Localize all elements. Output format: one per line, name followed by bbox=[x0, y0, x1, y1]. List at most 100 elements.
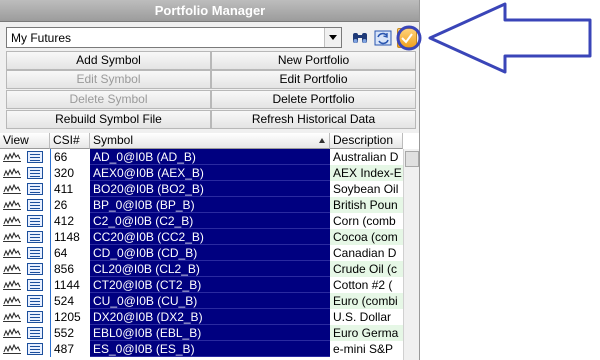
table-row[interactable]: 26 BP_0@I0B (BP_B) British Poun bbox=[0, 197, 419, 213]
description-cell: Euro Germa bbox=[330, 325, 403, 341]
column-header-csi[interactable]: CSI# bbox=[50, 133, 90, 149]
csi-cell: 412 bbox=[50, 213, 90, 229]
symbol-cell[interactable]: CC20@I0B (CC2_B) bbox=[90, 229, 330, 245]
view-cell bbox=[0, 197, 50, 213]
column-header-view[interactable]: View bbox=[0, 133, 50, 149]
data-list-icon[interactable] bbox=[27, 327, 43, 339]
sync-icon[interactable] bbox=[373, 28, 393, 48]
price-chart-icon[interactable] bbox=[3, 152, 21, 162]
symbol-cell[interactable]: AD_0@I0B (AD_B) bbox=[90, 149, 330, 165]
data-list-icon[interactable] bbox=[27, 263, 43, 275]
price-chart-icon[interactable] bbox=[3, 248, 21, 258]
csi-cell: 487 bbox=[50, 341, 90, 357]
csi-cell: 320 bbox=[50, 165, 90, 181]
view-cell bbox=[0, 165, 50, 181]
chevron-down-icon[interactable] bbox=[324, 28, 341, 47]
price-chart-icon[interactable] bbox=[3, 216, 21, 226]
column-header-symbol[interactable]: Symbol bbox=[90, 133, 330, 149]
rebuild-symbol-file-button[interactable]: Rebuild Symbol File bbox=[6, 110, 211, 129]
data-list-icon[interactable] bbox=[27, 247, 43, 259]
delete-portfolio-button[interactable]: Delete Portfolio bbox=[211, 90, 416, 109]
price-chart-icon[interactable] bbox=[3, 168, 21, 178]
csi-cell: 856 bbox=[50, 261, 90, 277]
refresh-historical-data-button[interactable]: Refresh Historical Data bbox=[211, 110, 416, 129]
table-row[interactable]: 1148 CC20@I0B (CC2_B) Cocoa (com bbox=[0, 229, 419, 245]
price-chart-icon[interactable] bbox=[3, 312, 21, 322]
symbol-cell[interactable]: BO20@I0B (BO2_B) bbox=[90, 181, 330, 197]
table-row[interactable]: 64 CD_0@I0B (CD_B) Canadian D bbox=[0, 245, 419, 261]
table-row[interactable]: 487 ES_0@I0B (ES_B) e-mini S&P bbox=[0, 341, 419, 357]
table-row[interactable]: 320 AEX0@I0B (AEX_B) AEX Index-E bbox=[0, 165, 419, 181]
price-chart-icon[interactable] bbox=[3, 184, 21, 194]
view-cell bbox=[0, 325, 50, 341]
description-cell: Canadian D bbox=[330, 245, 403, 261]
description-cell: U.S. Dollar bbox=[330, 309, 403, 325]
data-list-icon[interactable] bbox=[27, 231, 43, 243]
data-list-icon[interactable] bbox=[27, 343, 43, 355]
description-cell: Australian D bbox=[330, 149, 403, 165]
description-cell: Crude Oil (c bbox=[330, 261, 403, 277]
data-list-icon[interactable] bbox=[27, 199, 43, 211]
edit-portfolio-button[interactable]: Edit Portfolio bbox=[211, 70, 416, 89]
data-list-icon[interactable] bbox=[27, 151, 43, 163]
table-row[interactable]: 524 CU_0@I0B (CU_B) Euro (combi bbox=[0, 293, 419, 309]
symbol-cell[interactable]: CU_0@I0B (CU_B) bbox=[90, 293, 330, 309]
add-symbol-button[interactable]: Add Symbol bbox=[6, 51, 211, 70]
view-cell bbox=[0, 277, 50, 293]
edit-symbol-button[interactable]: Edit Symbol bbox=[6, 70, 211, 89]
price-chart-icon[interactable] bbox=[3, 264, 21, 274]
delete-symbol-button[interactable]: Delete Symbol bbox=[6, 90, 211, 109]
annotation-arrow bbox=[428, 2, 592, 74]
table-row[interactable]: 66 AD_0@I0B (AD_B) Australian D bbox=[0, 149, 419, 165]
csi-cell: 552 bbox=[50, 325, 90, 341]
binoculars-icon[interactable] bbox=[350, 28, 370, 48]
data-list-icon[interactable] bbox=[27, 295, 43, 307]
symbol-cell[interactable]: EBL0@I0B (EBL_B) bbox=[90, 325, 330, 341]
csi-cell: 1205 bbox=[50, 309, 90, 325]
sort-ascending-icon bbox=[319, 138, 325, 143]
description-cell: Corn (comb bbox=[330, 213, 403, 229]
column-header-symbol-label: Symbol bbox=[93, 133, 134, 147]
table-row[interactable]: 411 BO20@I0B (BO2_B) Soybean Oil bbox=[0, 181, 419, 197]
table-row[interactable]: 856 CL20@I0B (CL2_B) Crude Oil (c bbox=[0, 261, 419, 277]
price-chart-icon[interactable] bbox=[3, 200, 21, 210]
symbol-cell[interactable]: DX20@I0B (DX2_B) bbox=[90, 309, 330, 325]
data-list-icon[interactable] bbox=[27, 215, 43, 227]
symbol-cell[interactable]: CD_0@I0B (CD_B) bbox=[90, 245, 330, 261]
price-chart-icon[interactable] bbox=[3, 344, 21, 354]
csi-cell: 1144 bbox=[50, 277, 90, 293]
description-cell: e-mini S&P bbox=[330, 341, 403, 357]
price-chart-icon[interactable] bbox=[3, 296, 21, 306]
symbol-cell[interactable]: BP_0@I0B (BP_B) bbox=[90, 197, 330, 213]
view-cell bbox=[0, 293, 50, 309]
symbol-cell[interactable]: CL20@I0B (CL2_B) bbox=[90, 261, 330, 277]
csi-cell: 411 bbox=[50, 181, 90, 197]
table-row[interactable]: 1205 DX20@I0B (DX2_B) U.S. Dollar bbox=[0, 309, 419, 325]
data-list-icon[interactable] bbox=[27, 311, 43, 323]
table-row[interactable]: 552 EBL0@I0B (EBL_B) Euro Germa bbox=[0, 325, 419, 341]
data-list-icon[interactable] bbox=[27, 167, 43, 179]
new-portfolio-button[interactable]: New Portfolio bbox=[211, 51, 416, 70]
symbol-cell[interactable]: AEX0@I0B (AEX_B) bbox=[90, 165, 330, 181]
csi-cell: 1148 bbox=[50, 229, 90, 245]
data-list-icon[interactable] bbox=[27, 183, 43, 195]
symbol-cell[interactable]: C2_0@I0B (C2_B) bbox=[90, 213, 330, 229]
symbol-cell[interactable]: CT20@I0B (CT2_B) bbox=[90, 277, 330, 293]
price-chart-icon[interactable] bbox=[3, 328, 21, 338]
window-title: Portfolio Manager bbox=[0, 0, 419, 22]
view-cell bbox=[0, 309, 50, 325]
price-chart-icon[interactable] bbox=[3, 232, 21, 242]
column-header-description[interactable]: Description bbox=[330, 133, 403, 149]
table-row[interactable]: 412 C2_0@I0B (C2_B) Corn (comb bbox=[0, 213, 419, 229]
view-cell bbox=[0, 245, 50, 261]
portfolio-select[interactable]: My Futures bbox=[6, 27, 342, 48]
view-cell bbox=[0, 261, 50, 277]
checkmark-icon[interactable] bbox=[397, 28, 417, 48]
view-cell bbox=[0, 213, 50, 229]
symbol-cell[interactable]: ES_0@I0B (ES_B) bbox=[90, 341, 330, 357]
price-chart-icon[interactable] bbox=[3, 280, 21, 290]
scrollbar-thumb[interactable] bbox=[405, 151, 419, 167]
table-row[interactable]: 1144 CT20@I0B (CT2_B) Cotton #2 ( bbox=[0, 277, 419, 293]
vertical-scrollbar[interactable] bbox=[403, 149, 419, 360]
data-list-icon[interactable] bbox=[27, 279, 43, 291]
